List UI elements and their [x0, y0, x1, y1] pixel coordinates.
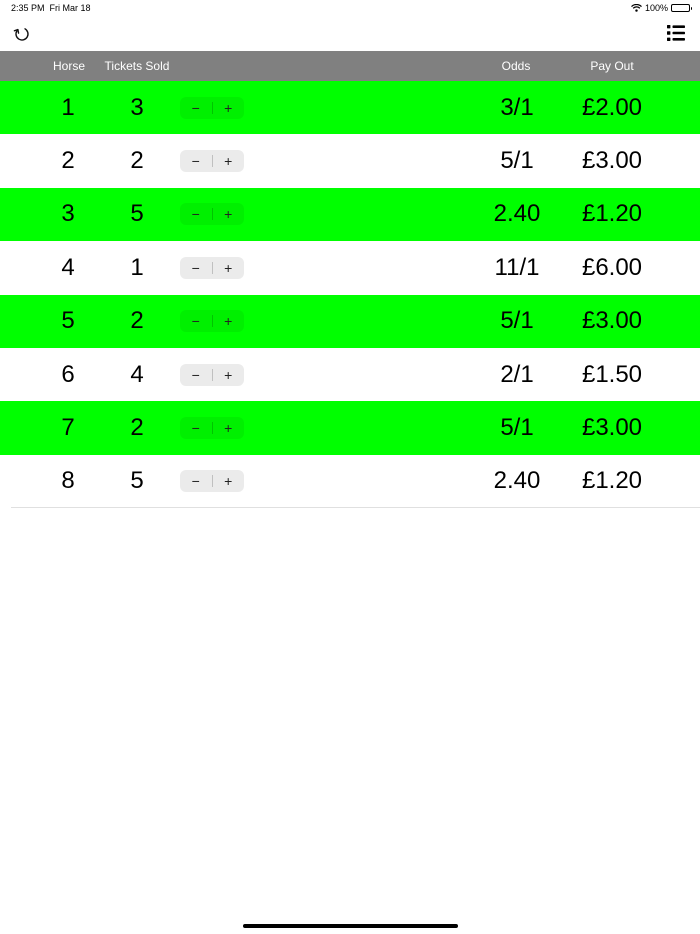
wifi-icon [631, 4, 642, 12]
status-bar: 2:35 PM Fri Mar 18 100% [0, 0, 700, 18]
tickets-sold: 3 [130, 93, 144, 121]
table-row[interactable]: 3 5 − + 2.40 £1.20 [0, 187, 700, 242]
column-header: Horse Tickets Sold Odds Pay Out [0, 51, 700, 81]
horse-table: 1 3 − + 3/1 £2.00 2 2 − + 5/1 £3.00 3 5 … [0, 81, 700, 509]
status-indicators: 100% [631, 3, 692, 13]
increment-button[interactable]: + [213, 310, 245, 332]
refresh-icon[interactable] [12, 24, 32, 44]
horse-number: 8 [61, 467, 75, 495]
toolbar [0, 18, 700, 51]
tickets-stepper[interactable]: − + [180, 363, 245, 386]
tickets-sold: 1 [130, 253, 144, 281]
tickets-stepper[interactable]: − + [180, 256, 245, 279]
horse-number: 6 [61, 360, 75, 388]
header-odds: Odds [501, 59, 531, 73]
increment-button[interactable]: + [213, 203, 245, 225]
odds: 2.40 [493, 200, 541, 228]
horse-number: 7 [61, 414, 75, 442]
pay-out: £3.00 [581, 147, 643, 175]
pay-out: £1.20 [581, 467, 643, 495]
battery-percent: 100% [644, 3, 668, 13]
tickets-stepper[interactable]: − + [180, 310, 245, 333]
decrement-button[interactable]: − [180, 310, 212, 332]
tickets-stepper[interactable]: − + [180, 96, 245, 119]
battery-icon [671, 4, 692, 12]
tickets-stepper[interactable]: − + [180, 203, 245, 226]
table-row[interactable]: 5 2 − + 5/1 £3.00 [0, 294, 700, 348]
decrement-button[interactable]: − [180, 203, 212, 225]
decrement-button[interactable]: − [180, 97, 212, 119]
horse-number: 4 [61, 253, 75, 281]
odds: 2/1 [500, 360, 534, 388]
table-row[interactable]: 8 5 − + 2.40 £1.20 [0, 454, 700, 509]
decrement-button[interactable]: − [180, 150, 212, 172]
increment-button[interactable]: + [213, 417, 245, 439]
pay-out: £6.00 [581, 253, 643, 281]
pay-out: £3.00 [581, 307, 643, 335]
pay-out: £3.00 [581, 414, 643, 442]
increment-button[interactable]: + [213, 97, 245, 119]
tickets-stepper[interactable]: − + [180, 150, 245, 173]
decrement-button[interactable]: − [180, 364, 212, 386]
table-row[interactable]: 2 2 − + 5/1 £3.00 [0, 134, 700, 188]
increment-button[interactable]: + [213, 470, 245, 492]
home-indicator[interactable] [243, 924, 458, 928]
horse-number: 3 [61, 200, 75, 228]
pay-out: £1.20 [581, 200, 643, 228]
increment-button[interactable]: + [213, 150, 245, 172]
header-pay-out: Pay Out [590, 59, 634, 73]
tickets-sold: 4 [130, 360, 144, 388]
odds: 2.40 [493, 467, 541, 495]
tickets-stepper[interactable]: − + [180, 417, 245, 440]
horse-number: 2 [61, 147, 75, 175]
decrement-button[interactable]: − [180, 417, 212, 439]
table-row[interactable]: 7 2 − + 5/1 £3.00 [0, 401, 700, 455]
header-horse: Horse [52, 59, 86, 73]
list-icon[interactable] [667, 24, 685, 42]
table-row[interactable]: 1 3 − + 3/1 £2.00 [0, 81, 700, 135]
odds: 5/1 [500, 414, 534, 442]
increment-button[interactable]: + [213, 257, 245, 279]
odds: 5/1 [500, 307, 534, 335]
tickets-sold: 5 [130, 467, 144, 495]
table-row[interactable]: 4 1 − + 11/1 £6.00 [0, 241, 700, 295]
odds: 5/1 [500, 147, 534, 175]
odds: 11/1 [494, 253, 540, 281]
tickets-sold: 2 [130, 147, 144, 175]
pay-out: £2.00 [581, 93, 643, 121]
table-divider [11, 507, 700, 508]
status-date: Fri Mar 18 [49, 3, 91, 13]
horse-number: 5 [61, 307, 75, 335]
tickets-sold: 2 [130, 307, 144, 335]
increment-button[interactable]: + [213, 364, 245, 386]
tickets-sold: 5 [130, 200, 144, 228]
decrement-button[interactable]: − [180, 470, 212, 492]
pay-out: £1.50 [581, 360, 643, 388]
tickets-stepper[interactable]: − + [180, 470, 245, 493]
decrement-button[interactable]: − [180, 257, 212, 279]
horse-number: 1 [61, 93, 75, 121]
header-tickets-sold: Tickets Sold [104, 59, 170, 73]
status-time: 2:35 PM Fri Mar 18 [11, 3, 91, 13]
odds: 3/1 [500, 93, 534, 121]
tickets-sold: 2 [130, 414, 144, 442]
table-row[interactable]: 6 4 − + 2/1 £1.50 [0, 347, 700, 402]
